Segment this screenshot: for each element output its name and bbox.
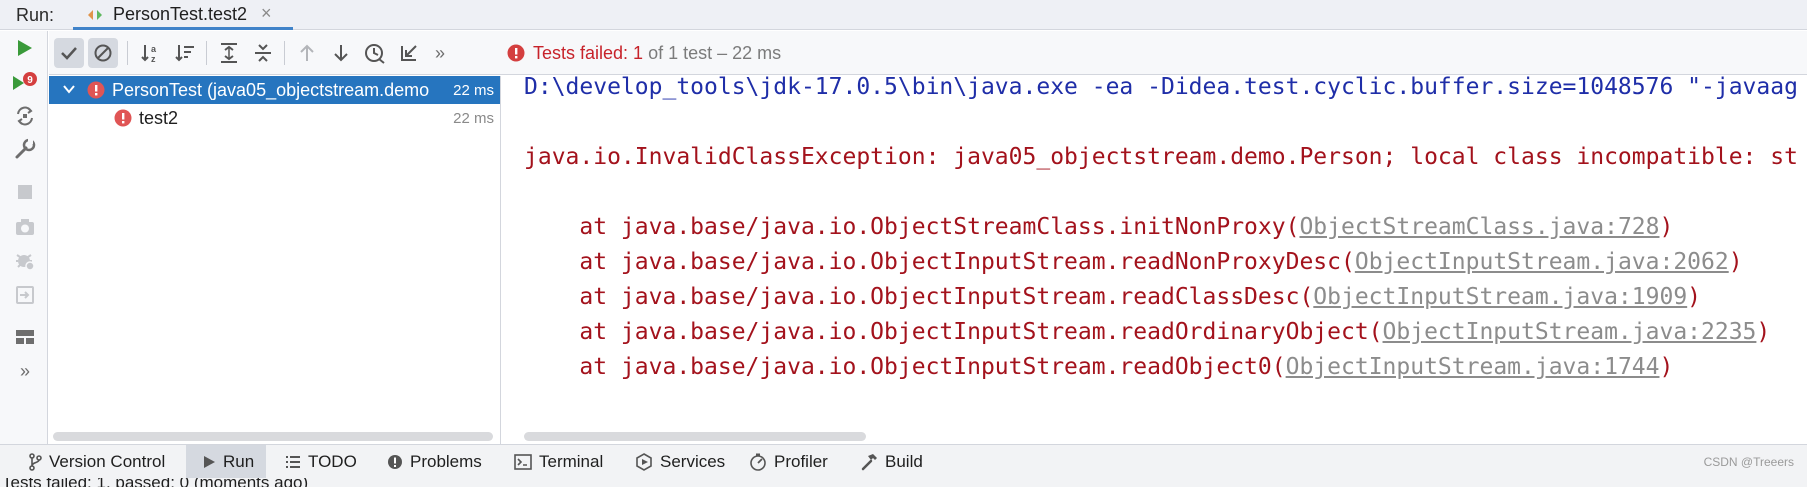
status-label: Tests failed: [533,42,629,63]
tree-row-time: 22 ms [453,110,494,127]
more-icon[interactable]: » [425,38,455,68]
svg-text:z: z [151,54,156,64]
status-line: Tests failed: 1, passed: 0 (moments ago) [0,478,1807,487]
tool-version-control[interactable]: Version Control [24,445,169,479]
expand-all-icon[interactable] [214,38,244,68]
settings-icon[interactable] [11,135,39,163]
test-toolbar: az » Tests failed: 1 of 1 test – 22 ms [49,31,1807,75]
svg-text:9: 9 [27,75,33,86]
test-history-icon[interactable] [360,38,390,68]
tool-terminal[interactable]: Terminal [514,445,603,479]
run-tab-bar: Run: PersonTest.test2 × [0,0,1807,30]
stack-trace-line: at java.base/java.io.ObjectInputStream.r… [524,249,1743,275]
terminal-icon [514,454,532,470]
error-icon [114,109,132,127]
list-icon [286,456,300,468]
sort-by-duration-icon[interactable] [170,38,200,68]
stop-icon[interactable] [11,178,39,206]
close-icon[interactable]: × [261,3,272,24]
run-label: Run: [16,5,55,25]
toolbar-separator [127,41,128,65]
source-link[interactable]: ObjectStreamClass.java:728 [1299,214,1659,240]
error-icon [507,44,525,62]
console-horizontal-scrollbar[interactable] [524,432,866,441]
stack-trace-line: at java.base/java.io.ObjectInputStream.r… [524,354,1674,380]
next-failed-icon[interactable] [326,38,356,68]
screenshot-icon[interactable] [11,213,39,241]
layout-icon[interactable] [11,323,39,351]
tool-label: Terminal [539,452,604,471]
stack-trace-line: at java.base/java.io.ObjectInputStream.r… [524,284,1702,310]
branch-icon [29,453,42,471]
tree-row-label: PersonTest (java05_objectstream.demo [112,80,430,100]
stack-trace-line: at java.base/java.io.ObjectInputStream.r… [524,319,1771,345]
status-line-text: Tests failed: 1, passed: 0 (moments ago) [2,478,308,487]
collapse-all-icon[interactable] [248,38,278,68]
toggle-auto-test-icon[interactable] [11,102,39,130]
tab-active-indicator [73,27,293,30]
svg-text:a: a [151,44,157,54]
previous-failed-icon[interactable] [292,38,322,68]
tool-label: Build [885,452,923,471]
debug-rerun-icon[interactable] [11,247,39,275]
show-passed-icon[interactable] [54,38,84,68]
test-status: Tests failed: 1 of 1 test – 22 ms [507,41,781,65]
tree-row-persontest[interactable]: PersonTest (java05_objectstream.demo 22 … [49,76,500,104]
console-output[interactable]: D:\develop_tools\jdk-17.0.5\bin\java.exe… [502,76,1807,444]
tool-problems[interactable]: Problems [387,445,482,479]
source-link[interactable]: ObjectInputStream.java:1909 [1313,284,1687,310]
tool-label: Services [660,452,726,471]
tool-todo[interactable]: TODO [285,445,357,479]
toolbar-separator [206,41,207,65]
tool-label: Version Control [49,452,166,471]
tool-label: Profiler [774,452,828,471]
rerun-icon[interactable] [11,34,39,62]
hammer-icon [861,454,877,471]
tool-profiler[interactable]: Profiler [749,445,828,479]
test-tree: PersonTest (java05_objectstream.demo 22 … [49,76,501,444]
tool-window-bar: Version Control Run TODO Problems Termin… [0,444,1807,479]
tab-title: PersonTest.test2 [113,4,248,24]
tool-label: Problems [410,452,482,471]
left-toolbar: 9 » [0,31,48,444]
failed-count: 1 [633,42,644,63]
status-summary: of 1 test – 22 ms [648,42,782,63]
command-line: D:\develop_tools\jdk-17.0.5\bin\java.exe… [524,76,1798,100]
tree-row-time: 22 ms [453,82,494,99]
profiler-icon [750,453,766,471]
error-icon [87,81,105,99]
problems-icon [388,455,402,469]
tool-run[interactable]: Run [186,445,266,479]
import-tests-icon[interactable] [394,38,424,68]
tool-label: TODO [308,452,357,471]
services-icon [636,453,652,471]
source-link[interactable]: ObjectInputStream.java:1744 [1286,354,1660,380]
tool-services[interactable]: Services [635,445,725,479]
watermark: CSDN @Treeers [1703,455,1794,469]
chevron-down-icon[interactable] [61,81,77,97]
tool-label: Run [223,452,255,471]
java-test-icon [88,10,102,20]
tree-row-test2[interactable]: test2 22 ms [49,104,500,132]
rerun-failed-icon[interactable]: 9 [11,68,39,96]
import-icon[interactable] [11,281,39,309]
toolbar-separator [284,41,285,65]
show-ignored-icon[interactable] [88,38,118,68]
source-link[interactable]: ObjectInputStream.java:2062 [1355,249,1729,275]
source-link[interactable]: ObjectInputStream.java:2235 [1383,319,1757,345]
play-icon [204,456,215,468]
more-icon[interactable]: » [11,357,39,385]
tree-horizontal-scrollbar[interactable] [53,432,493,441]
exception-line: java.io.InvalidClassException: java05_ob… [524,144,1798,170]
stack-trace-line: at java.base/java.io.ObjectStreamClass.i… [524,214,1674,240]
sort-alphabetically-icon[interactable]: az [136,38,166,68]
tab-person-test[interactable]: PersonTest.test2 × [73,0,293,30]
tool-build[interactable]: Build [860,445,923,479]
tree-row-label: test2 [139,108,179,128]
